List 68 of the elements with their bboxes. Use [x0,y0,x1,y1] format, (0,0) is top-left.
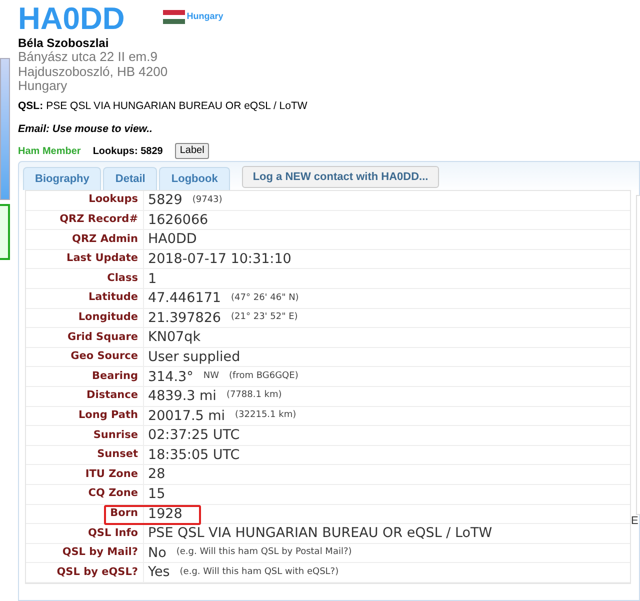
country-link[interactable]: Hungary [186,10,224,24]
address-line: Bányász utca 22 II em.9 [18,50,158,64]
field-value: PSE QSL VIA HUNGARIAN BUREAU OR eQSL / LoTW [148,524,492,544]
field-value: 18:35:05 UTC [148,446,240,465]
email-text: Email: Use mouse to view.. [18,122,154,138]
field-note: (e.g. Will this ham QSL with eQSL?) [180,566,339,579]
field-note: (from BG6GQE) [229,370,298,383]
field-label: Bearing [91,368,139,384]
field-label: Long Path [77,408,139,423]
field-note: (7788.1 km) [226,389,282,402]
log-contact-button[interactable]: Log a NEW contact with HA0DD... [242,166,440,188]
field-value: 1 [148,270,157,289]
field-label: Sunset [96,447,139,462]
field-note: (47° 26' 46" N) [231,292,299,305]
field-note: (32215.1 km) [235,409,296,422]
field-label: Latitude [87,290,139,306]
field-label: Lookups [88,192,139,208]
address-line: Hajduszoboszló, HB 4200 [18,64,169,79]
field-value: 2018-07-17 10:31:10 [148,250,292,269]
field-label: ITU Zone [84,466,139,482]
field-value: 15 [148,485,166,504]
field-value: User supplied [148,348,240,367]
operator-name: Béla Szoboszlai [18,36,110,50]
field-label: CQ Zone [87,486,139,502]
qsl-text: PSE QSL VIA HUNGARIAN BUREAU OR eQSL / LoTW [46,98,308,114]
tab[interactable]: Detail [103,167,158,190]
field-label: Class [106,270,139,286]
callsign-title: HA0DD [18,2,125,36]
field-value: No [148,544,166,563]
side-text: E [631,514,638,529]
field-label: Longitude [77,310,139,325]
field-note: NW [203,370,220,383]
field-label: Last Update [66,251,139,266]
field-label: QRZ Record# [58,212,139,228]
field-value: HA0DD [148,230,197,250]
field-note: (9743) [192,194,222,207]
tab[interactable]: Biography [23,167,102,190]
field-note: (e.g. Will this ham QSL by Postal Mail?) [176,546,352,560]
qsl-label: QSL: [18,98,44,114]
field-value: 21.397826 [148,308,222,328]
field-value: 4839.3 mi [148,387,216,406]
field-value: 47.446171 [148,289,222,308]
field-label: Sunrise [92,428,139,443]
field-label: QSL Info [87,526,139,541]
flag-icon [162,10,185,24]
sidebar-panel [0,204,10,260]
field-value: 1928 [148,504,182,524]
field-value: 20017.5 mi [148,406,226,426]
field-value: Yes [148,563,170,582]
field-label: Born [109,506,139,521]
field-label: QSL by eQSL? [56,564,139,580]
field-label: Geo Source [70,349,139,364]
field-label: QRZ Admin [71,232,139,247]
field-value: 5829 [148,191,182,210]
field-value: KN07qk [148,328,201,348]
field-value: 28 [148,465,166,484]
member-status: Ham Member [18,144,81,158]
lookups-count: Lookups: 5829 [92,144,163,158]
address-line: Hungary [18,79,68,94]
tab[interactable]: Logbook [159,167,230,190]
field-value: 02:37:25 UTC [148,426,240,446]
field-label: QSL by Mail? [61,545,139,560]
field-value: 1626066 [148,210,208,230]
field-note: (21° 23' 52" E) [231,311,298,324]
field-label: Grid Square [66,330,139,345]
field-label: Distance [86,388,139,404]
label-button[interactable]: Label [174,143,210,159]
field-value: 314.3° [148,368,194,387]
